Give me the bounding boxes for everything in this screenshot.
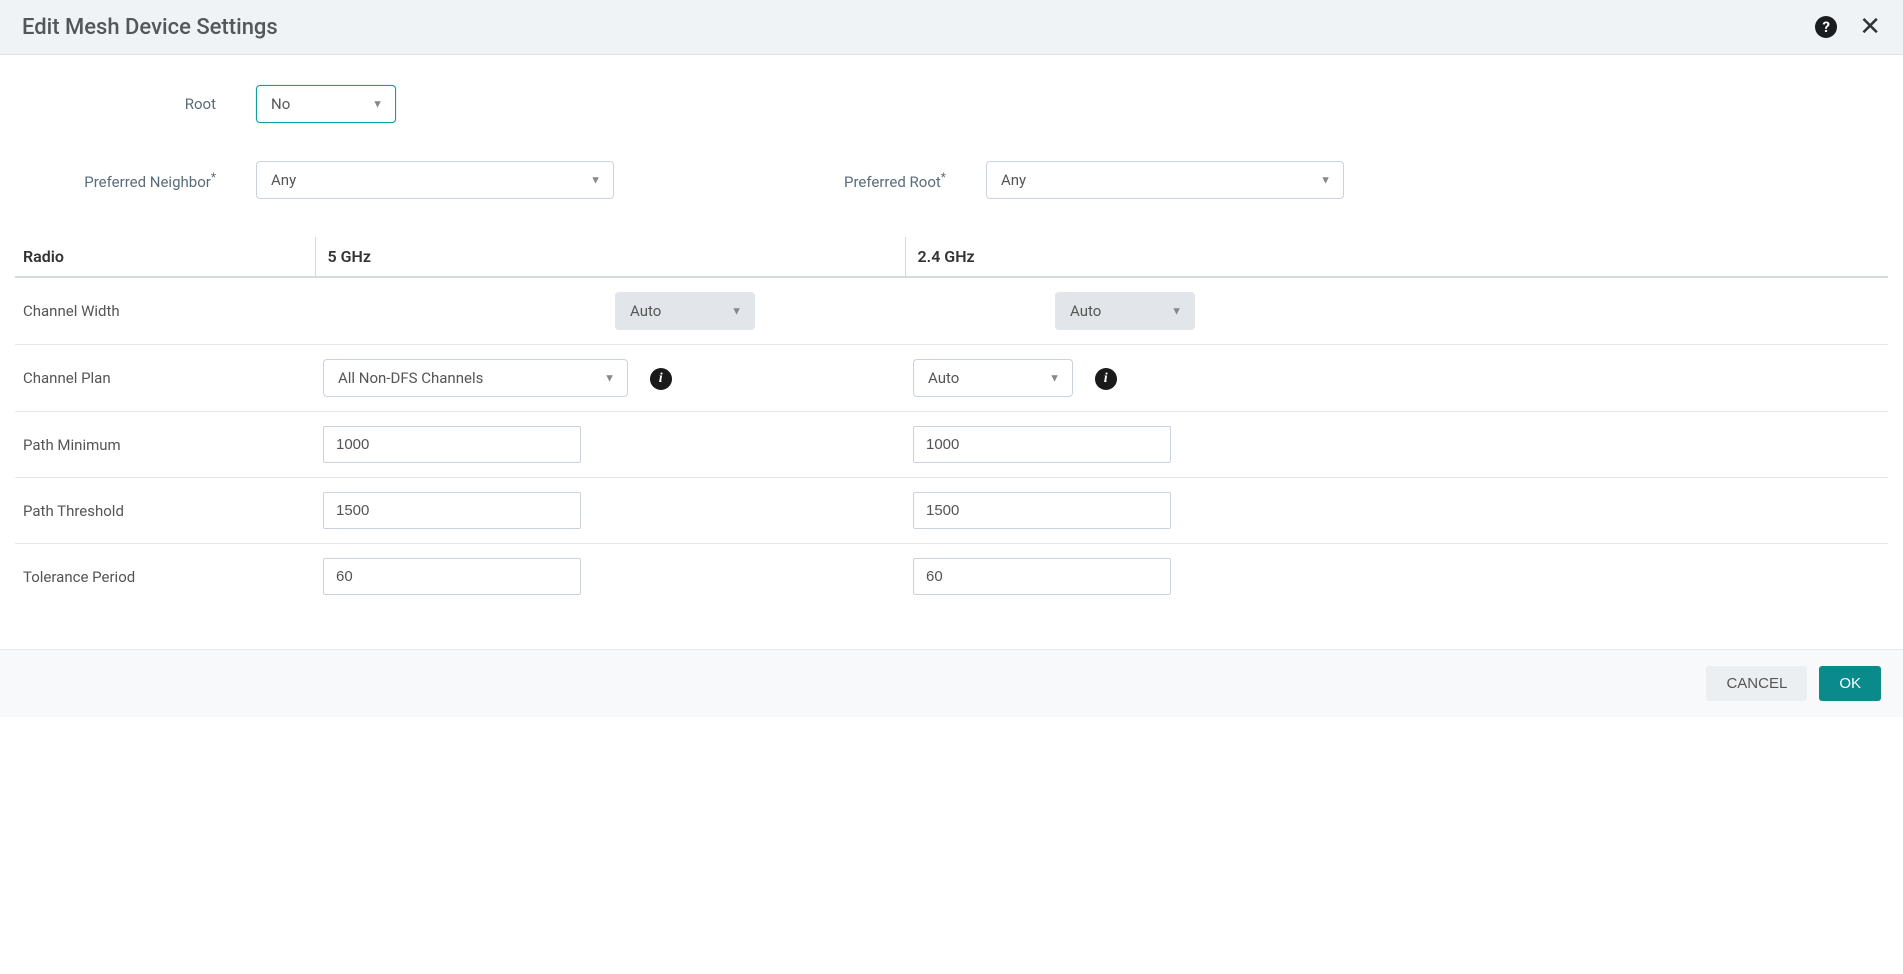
chevron-down-icon: ▼ [731,305,742,318]
channel-plan-5ghz-cell: All Non-DFS Channels ▼ i [315,345,905,412]
channel-width-24ghz-select[interactable]: Auto ▼ [1055,292,1195,330]
tolerance-period-row: Tolerance Period [15,544,1888,610]
channel-plan-24ghz-value: Auto [928,369,959,387]
path-threshold-label: Path Threshold [15,478,315,544]
dialog-content: Root No ▼ Preferred Neighbor* Any ▼ Pref… [0,55,1903,609]
preferred-row: Preferred Neighbor* Any ▼ Preferred Root… [0,161,1903,199]
path-threshold-24ghz-cell [905,478,1888,544]
tolerance-period-24ghz-input[interactable] [913,558,1171,595]
channel-plan-24ghz-select[interactable]: Auto ▼ [913,359,1073,397]
path-threshold-24ghz-input[interactable] [913,492,1171,529]
tolerance-period-5ghz-cell [315,544,905,610]
dialog-footer: CANCEL OK [0,649,1903,717]
info-icon[interactable]: i [650,368,672,390]
info-icon[interactable]: i [1095,368,1117,390]
channel-width-24ghz-cell: Auto ▼ [905,277,1888,345]
path-minimum-5ghz-cell [315,412,905,478]
channel-width-5ghz-select[interactable]: Auto ▼ [615,292,755,330]
channel-width-label: Channel Width [15,277,315,345]
chevron-down-icon: ▼ [1171,305,1182,318]
radio-header: Radio [15,237,315,277]
header-actions: ? ✕ [1815,14,1881,40]
pref-root-select[interactable]: Any ▼ [986,161,1344,199]
channel-width-5ghz-cell: Auto ▼ [315,277,905,345]
tolerance-period-5ghz-input[interactable] [323,558,581,595]
chevron-down-icon: ▼ [590,174,601,187]
asterisk-icon: * [211,170,216,184]
root-select[interactable]: No ▼ [256,85,396,123]
table-header-row: Radio 5 GHz 2.4 GHz [15,237,1888,277]
channel-plan-row: Channel Plan All Non-DFS Channels ▼ i Au… [15,345,1888,412]
pref-neighbor-label: Preferred Neighbor* [20,170,256,191]
chevron-down-icon: ▼ [372,98,383,111]
radio-table: Radio 5 GHz 2.4 GHz Channel Width Auto ▼… [15,237,1888,609]
band5-header: 5 GHz [315,237,905,277]
pref-neighbor-value: Any [271,171,296,189]
path-threshold-row: Path Threshold [15,478,1888,544]
path-minimum-5ghz-input[interactable] [323,426,581,463]
path-minimum-24ghz-input[interactable] [913,426,1171,463]
help-icon[interactable]: ? [1815,16,1837,38]
channel-plan-5ghz-select[interactable]: All Non-DFS Channels ▼ [323,359,628,397]
close-icon[interactable]: ✕ [1859,14,1881,40]
path-minimum-row: Path Minimum [15,412,1888,478]
dialog-header: Edit Mesh Device Settings ? ✕ [0,0,1903,55]
root-row: Root No ▼ [0,85,1903,123]
path-minimum-label: Path Minimum [15,412,315,478]
channel-plan-24ghz-cell: Auto ▼ i [905,345,1888,412]
root-label: Root [20,95,256,113]
asterisk-icon: * [941,170,946,184]
chevron-down-icon: ▼ [1320,174,1331,187]
ok-button[interactable]: OK [1819,666,1881,701]
pref-root-value: Any [1001,171,1026,189]
path-minimum-24ghz-cell [905,412,1888,478]
channel-plan-label: Channel Plan [15,345,315,412]
tolerance-period-24ghz-cell [905,544,1888,610]
root-select-value: No [271,95,290,113]
tolerance-period-label: Tolerance Period [15,544,315,610]
dialog-title: Edit Mesh Device Settings [22,15,278,40]
pref-root-label: Preferred Root* [844,170,986,191]
channel-width-5ghz-value: Auto [630,302,661,320]
pref-neighbor-select[interactable]: Any ▼ [256,161,614,199]
band24-header: 2.4 GHz [905,237,1888,277]
cancel-button[interactable]: CANCEL [1706,666,1807,701]
channel-plan-5ghz-value: All Non-DFS Channels [338,369,483,387]
chevron-down-icon: ▼ [604,372,615,385]
chevron-down-icon: ▼ [1049,372,1060,385]
path-threshold-5ghz-input[interactable] [323,492,581,529]
path-threshold-5ghz-cell [315,478,905,544]
channel-width-row: Channel Width Auto ▼ Auto ▼ [15,277,1888,345]
channel-width-24ghz-value: Auto [1070,302,1101,320]
